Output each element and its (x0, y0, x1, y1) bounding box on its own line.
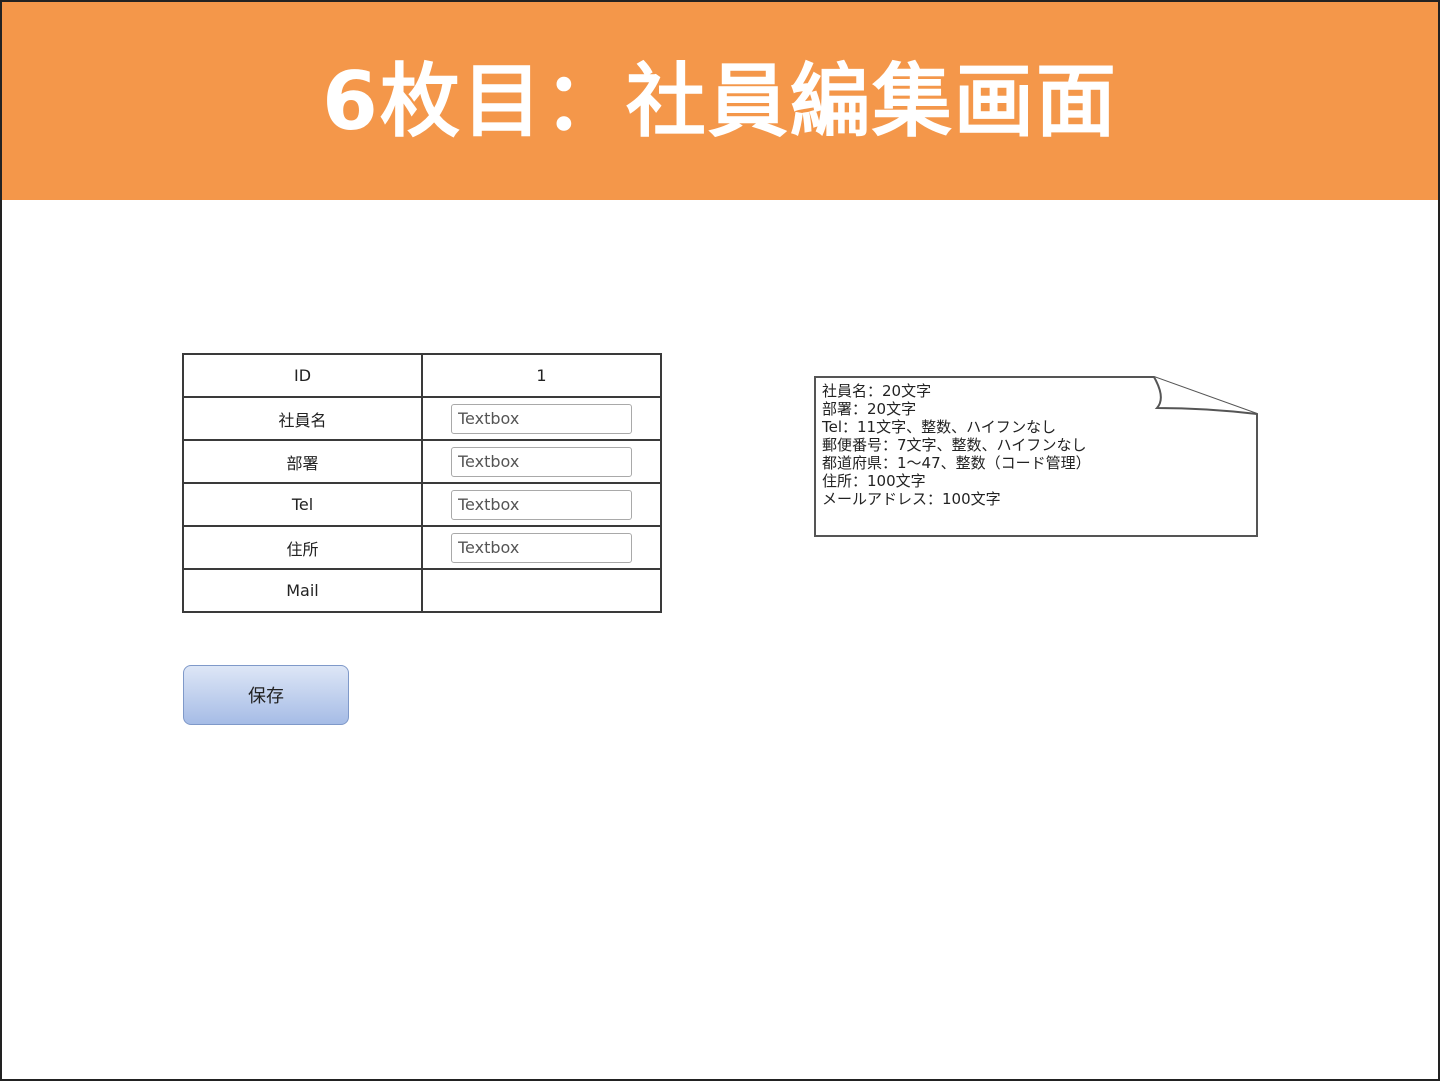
note-line: 住所：100文字 (822, 472, 926, 490)
mail-value (421, 568, 662, 613)
note-line: メールアドレス：100文字 (822, 490, 1001, 508)
address-label: 住所 (182, 525, 423, 570)
tel-label: Tel (182, 482, 423, 527)
employee-name-cell (421, 396, 662, 441)
form-row-tel: Tel (182, 482, 662, 527)
department-label: 部署 (182, 439, 423, 484)
note-line: 都道府県：1～47、整数（コード管理） (822, 454, 1091, 472)
tel-cell (421, 482, 662, 527)
form-row-name: 社員名 (182, 396, 662, 441)
department-input[interactable] (451, 446, 632, 477)
employee-name-label: 社員名 (182, 396, 423, 441)
spec-note: 社員名：20文字 部署：20文字 Tel：11文字、整数、ハイフンなし 郵便番号… (814, 376, 1259, 538)
address-cell (421, 525, 662, 570)
note-line: Tel：11文字、整数、ハイフンなし (822, 418, 1057, 436)
id-label: ID (182, 353, 423, 398)
note-line: 社員名：20文字 (822, 382, 932, 400)
id-value: 1 (421, 353, 662, 398)
note-line: 部署：20文字 (822, 400, 917, 418)
slide-frame: 6枚目：社員編集画面 ID 1 社員名 部署 Tel (0, 0, 1440, 1081)
save-button[interactable]: 保存 (183, 665, 349, 725)
form-row-mail: Mail (182, 568, 662, 613)
form-row-id: ID 1 (182, 353, 662, 398)
department-cell (421, 439, 662, 484)
form-row-department: 部署 (182, 439, 662, 484)
form-row-address: 住所 (182, 525, 662, 570)
page-title: 6枚目：社員編集画面 (322, 55, 1118, 148)
tel-input[interactable] (451, 489, 632, 520)
employee-name-input[interactable] (451, 403, 632, 434)
header-banner: 6枚目：社員編集画面 (2, 2, 1438, 200)
employee-edit-form: ID 1 社員名 部署 Tel 住 (182, 353, 662, 613)
mail-label: Mail (182, 568, 423, 613)
note-line: 郵便番号：7文字、整数、ハイフンなし (822, 436, 1087, 454)
address-input[interactable] (451, 532, 632, 563)
note-lines: 社員名：20文字 部署：20文字 Tel：11文字、整数、ハイフンなし 郵便番号… (822, 382, 1091, 508)
